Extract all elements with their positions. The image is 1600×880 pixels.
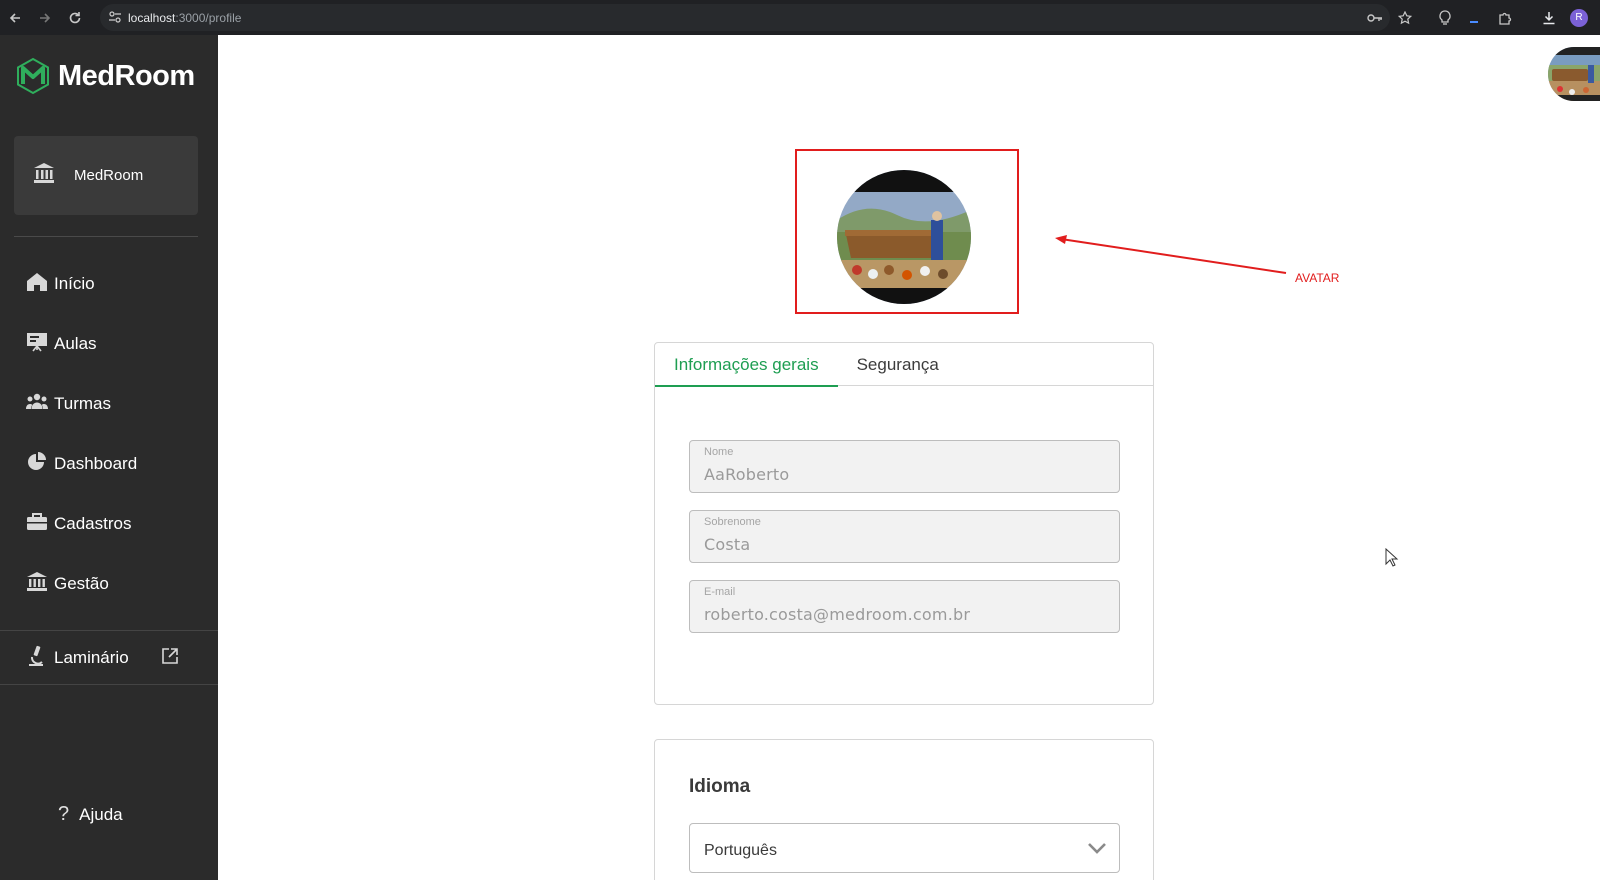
avatar-highlight-box [795,149,1019,314]
help-link[interactable]: ? Ajuda [58,803,123,826]
external-link-icon[interactable] [161,647,179,670]
brand-name: MedRoom [58,59,195,92]
browser-toolbar: localhost:3000/profile R [0,0,1600,35]
chevron-down-icon [1087,841,1107,859]
sidebar-item-label: Dashboard [54,454,138,473]
site-info-icon[interactable] [108,10,122,29]
sidebar-item-gestao[interactable]: Gestão [26,571,109,597]
url-text: localhost:3000/profile [128,10,242,25]
brand-logo[interactable]: MedRoom [14,57,195,95]
user-avatar[interactable] [1548,47,1600,101]
tab-security[interactable]: Segurança [838,343,958,386]
field-value: Costa [704,535,751,554]
annotation-label: AVATAR [1295,271,1340,285]
forward-icon[interactable] [30,3,60,33]
mouse-cursor-icon [1385,547,1399,573]
field-value: AaRoberto [704,465,790,484]
profile-avatar-icon[interactable]: R [1564,3,1594,33]
medroom-logo-icon [17,57,49,95]
help-label: Ajuda [79,804,123,824]
institution-icon [32,162,56,189]
field-label: Nome [704,446,734,458]
sidebar-item-inicio[interactable]: Início [26,271,95,297]
tab-general-info[interactable]: Informações gerais [655,343,838,387]
sidebar-item-label: Turmas [54,394,111,413]
first-name-field[interactable]: Nome AaRoberto [689,440,1120,493]
question-icon: ? [58,803,70,825]
back-icon[interactable] [0,3,30,33]
profile-info-card: Informações gerais Segurança Nome AaRobe… [654,342,1154,705]
sidebar: MedRoom MedRoom Início Aulas Turmas Dash… [0,35,218,880]
field-label: E-mail [704,586,736,598]
organization-name: MedRoom [74,167,144,184]
language-card: Idioma Português [654,739,1154,880]
organization-card[interactable]: MedRoom [14,136,198,215]
field-value: roberto.costa@medroom.com.br [704,605,971,624]
sidebar-item-label: Laminário [54,648,129,667]
annotation-arrow [1055,235,1287,274]
profile-tabs: Informações gerais Segurança [655,343,1153,387]
profile-page: AVATAR Informações gerais Segurança Nome… [218,115,1600,880]
sidebar-item-label: Cadastros [54,514,132,533]
star-icon[interactable] [1390,3,1420,33]
address-bar[interactable]: localhost:3000/profile [100,4,1390,31]
reload-icon[interactable] [60,3,90,33]
language-selected-value: Português [704,842,777,859]
download-icon[interactable] [1534,3,1564,33]
users-icon [26,392,48,417]
key-icon[interactable] [1360,3,1390,33]
sidebar-item-label: Gestão [54,574,109,593]
sidebar-item-aulas[interactable]: Aulas [26,331,97,357]
email-field[interactable]: E-mail roberto.costa@medroom.com.br [689,580,1120,633]
sidebar-item-label: Início [54,274,95,293]
language-title: Idioma [689,776,751,797]
language-select[interactable]: Português [689,823,1120,873]
microscope-icon [26,645,48,672]
top-header [218,35,1600,115]
divider [0,630,218,631]
briefcase-icon [26,512,48,537]
institution-icon [26,571,48,597]
sidebar-item-label: Aulas [54,334,97,353]
last-name-field[interactable]: Sobrenome Costa [689,510,1120,563]
extension-line-icon[interactable] [1460,3,1490,33]
extension-bulb-icon[interactable] [1430,3,1460,33]
divider [0,684,218,685]
pie-chart-icon [26,451,48,477]
profile-avatar[interactable] [837,170,971,304]
divider [14,236,198,237]
puzzle-icon[interactable] [1490,3,1520,33]
field-label: Sobrenome [704,516,761,528]
sidebar-item-laminario[interactable]: Laminário [26,645,179,671]
presentation-icon [26,332,48,357]
sidebar-item-turmas[interactable]: Turmas [26,391,111,417]
sidebar-item-dashboard[interactable]: Dashboard [26,451,137,477]
sidebar-item-cadastros[interactable]: Cadastros [26,511,131,537]
home-icon [26,272,48,297]
